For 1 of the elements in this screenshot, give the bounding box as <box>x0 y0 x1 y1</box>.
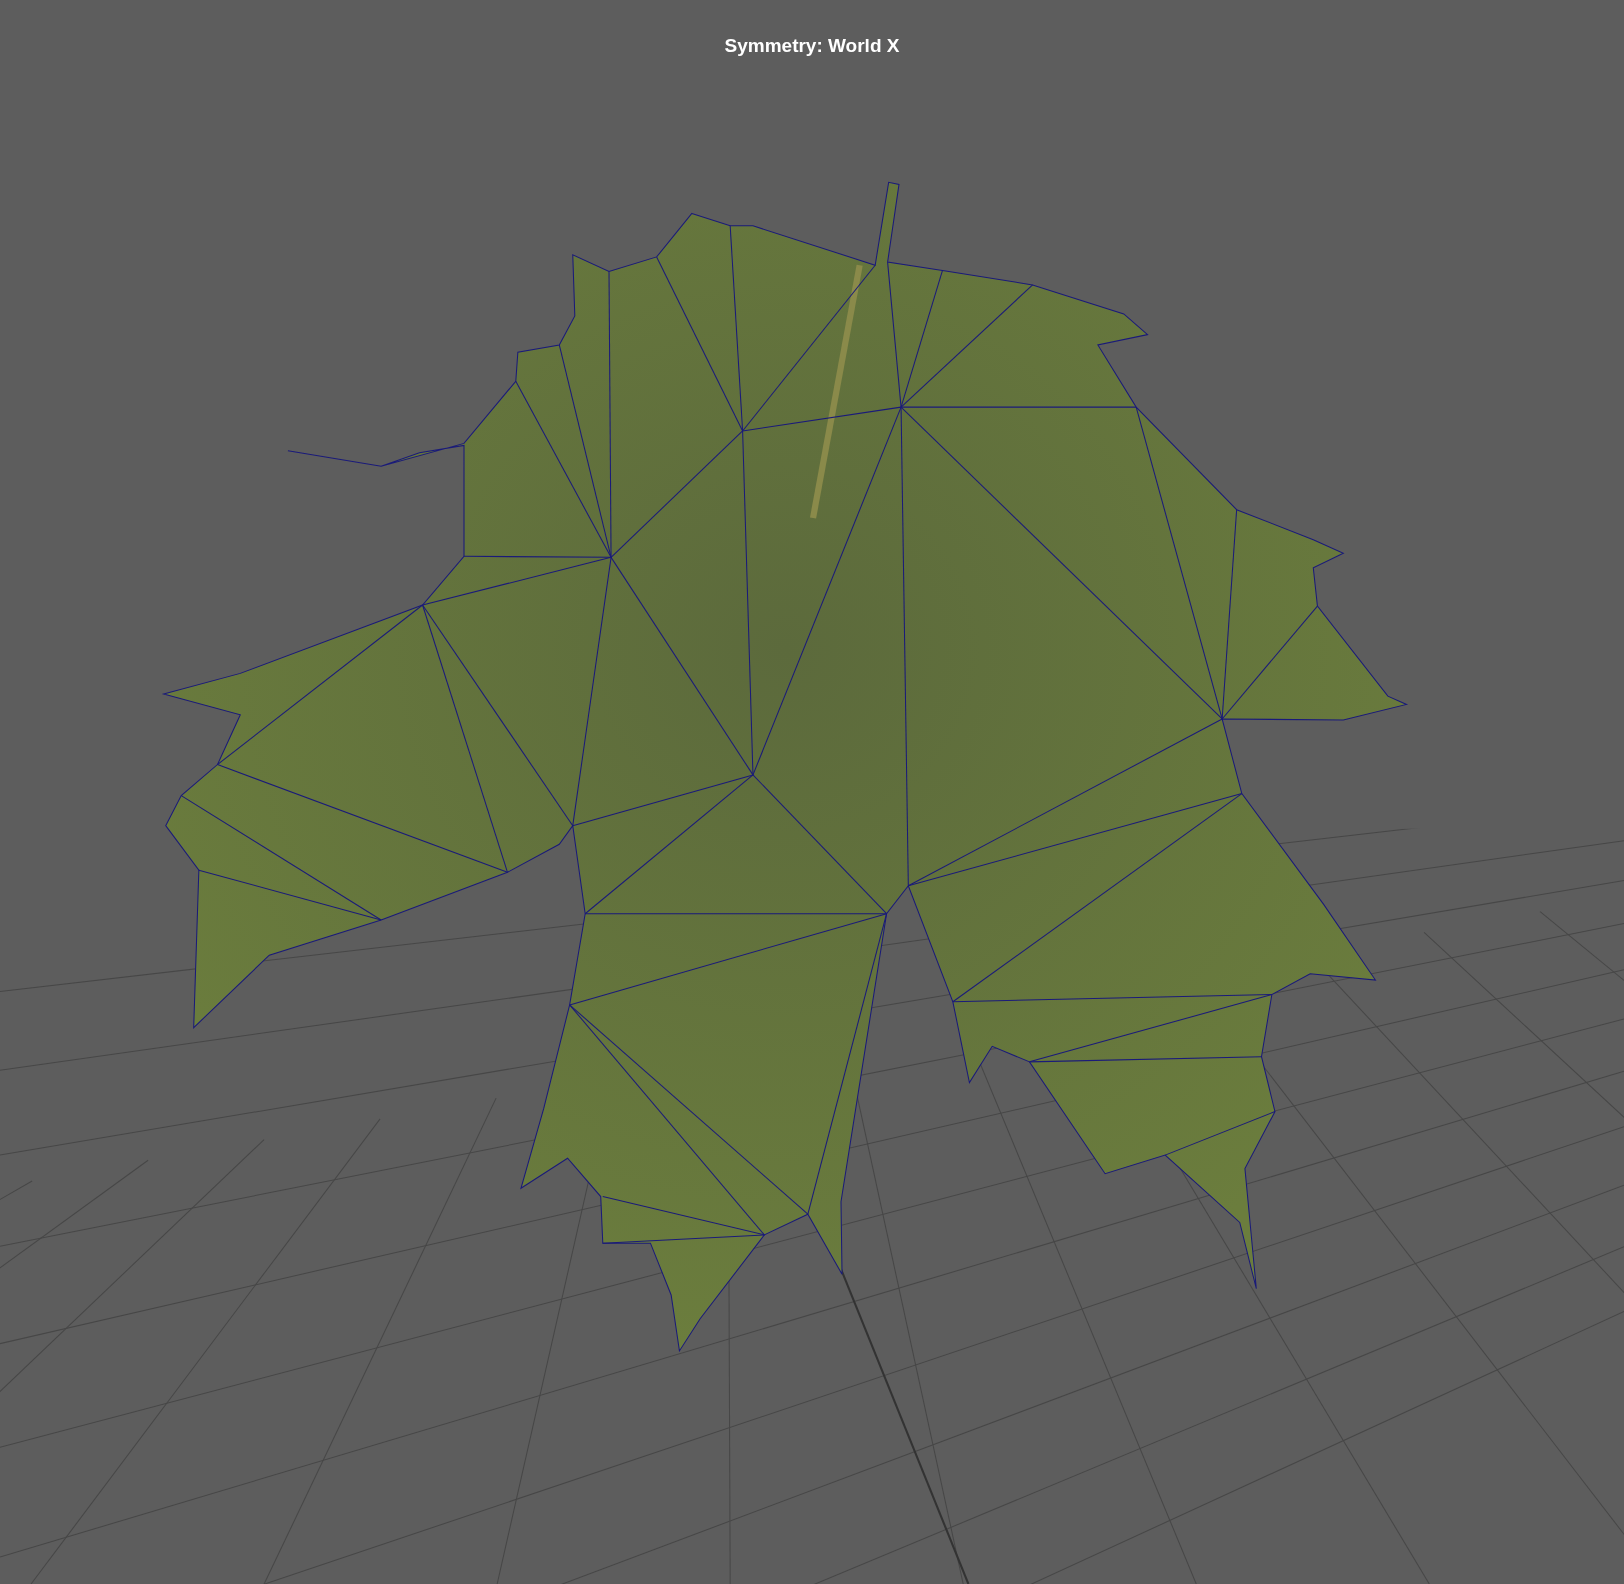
viewport-heading: Symmetry: World X <box>724 34 900 58</box>
